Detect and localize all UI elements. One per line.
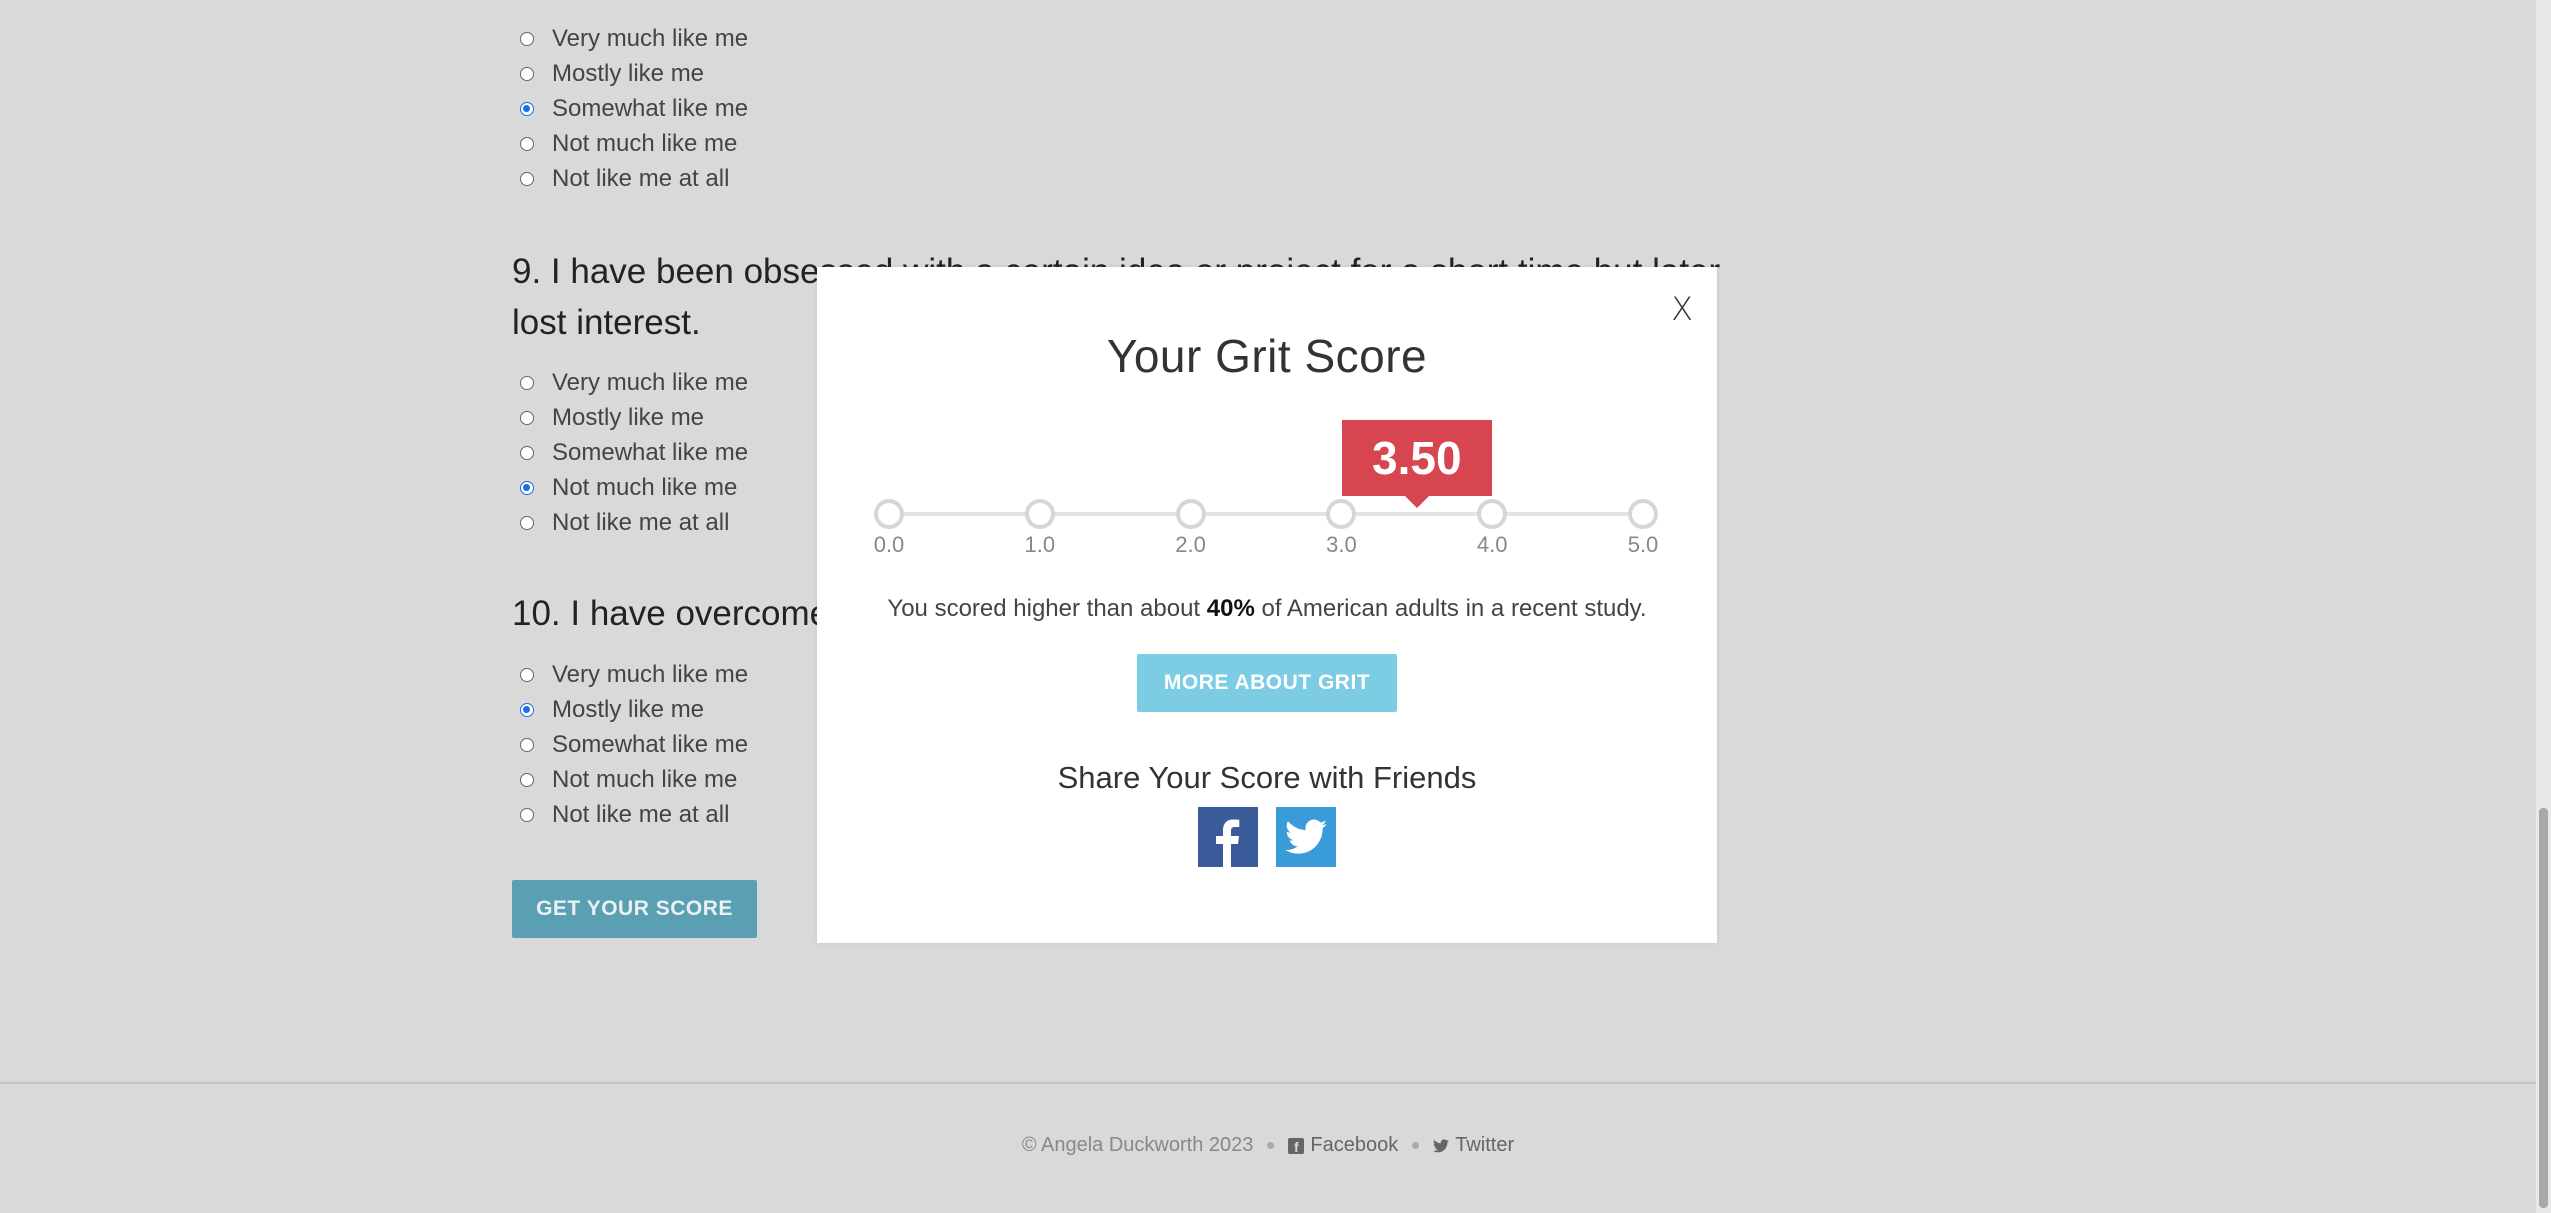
footer-divider [0,1082,2536,1084]
scrollbar-thumb[interactable] [2539,808,2548,1208]
option-label: Very much like me [552,24,749,52]
separator-dot [1412,1142,1420,1149]
result-percent: 40% [1206,595,1255,622]
scale-tick-label: 4.0 [1476,532,1508,557]
footer-facebook-label: Facebook [1310,1134,1399,1156]
twitter-icon [1285,819,1327,854]
facebook-icon: f [1288,1137,1305,1154]
radio-button-checked[interactable] [520,101,534,116]
radio-button[interactable] [520,772,534,787]
option-label: Very much like me [552,660,749,688]
option-label: Not much like me [552,765,738,793]
option-label: Not much like me [552,129,738,157]
radio-button[interactable] [520,737,534,752]
option-label: Somewhat like me [552,438,749,466]
more-about-grit-button[interactable]: MORE ABOUT GRIT [1137,654,1397,712]
footer-twitter-link[interactable]: Twitter [1433,1134,1514,1157]
separator-dot [1267,1142,1275,1149]
radio-button[interactable] [520,515,534,530]
radio-button-checked[interactable] [520,702,534,717]
footer: © Angela Duckworth 2023 f Facebook Twitt… [0,1134,2536,1157]
option-label: Somewhat like me [552,94,749,122]
page-scrollbar[interactable] [2536,0,2551,1213]
q10-option-not-much[interactable]: Not much like me [512,762,748,797]
get-score-button[interactable]: GET YOUR SCORE [512,880,757,938]
copyright: © Angela Duckworth 2023 [1021,1134,1254,1156]
radio-button[interactable] [520,171,534,186]
option-label: Somewhat like me [552,730,749,758]
question-10-answers: Very much like me Mostly like me Somewha… [512,657,748,832]
scale-node [1024,499,1055,529]
question-9-answers: Very much like me Mostly like me Somewha… [512,365,748,540]
q10-option-mostly[interactable]: Mostly like me [512,692,748,727]
scale-tick-label: 1.0 [1024,532,1056,557]
scale-node [1477,499,1508,529]
radio-button[interactable] [520,410,534,425]
scale-tick-label: 0.0 [873,532,905,557]
option-label: Mostly like me [552,59,705,87]
grit-score-modal: X Your Grit Score 3.50 0.0 1.0 2.0 3.0 4.0 5.… [817,267,1717,943]
scale-tick-label: 5.0 [1627,532,1659,557]
share-title: Share Your Score with Friends [1057,760,1477,795]
share-facebook-button[interactable] [1198,807,1258,867]
question-8-options: Very much like me Mostly like me Somewha… [512,21,748,196]
radio-button[interactable] [520,136,534,151]
q9-option-not-at-all[interactable]: Not like me at all [512,505,748,540]
q8-option-not-much[interactable]: Not much like me [512,126,748,161]
scale-node [874,499,904,529]
radio-button[interactable] [520,807,534,822]
question-9-options: Very much like me Mostly like me Somewha… [512,365,748,540]
scale-node [1628,499,1658,529]
q8-option-mostly[interactable]: Mostly like me [512,56,748,91]
scale-track [888,512,1643,516]
option-label: Not like me at all [552,164,730,192]
facebook-icon [1216,819,1240,867]
option-label: Not like me at all [552,800,730,828]
question-10-options: Very much like me Mostly like me Somewha… [512,657,748,832]
radio-button[interactable] [520,375,534,390]
q9-option-very-much[interactable]: Very much like me [512,365,748,400]
option-label: Very much like me [552,368,749,396]
share-twitter-button[interactable] [1276,807,1336,867]
q9-option-somewhat[interactable]: Somewhat like me [512,435,748,470]
q8-option-somewhat[interactable]: Somewhat like me [512,91,748,126]
option-label: Mostly like me [552,403,705,431]
scale-tick-label: 2.0 [1175,532,1206,557]
footer-twitter-label: Twitter [1455,1134,1515,1156]
radio-button[interactable] [520,31,534,46]
result-prefix: You scored higher than about [887,595,1207,622]
result-suffix: of American adults in a recent study. [1254,595,1647,622]
option-label: Not like me at all [552,508,730,536]
q9-option-not-much[interactable]: Not much like me [512,470,748,505]
option-label: Not much like me [552,473,738,501]
q10-option-somewhat[interactable]: Somewhat like me [512,727,748,762]
result-text: You scored higher than about 40% of Amer… [817,595,1717,623]
q10-option-not-at-all[interactable]: Not like me at all [512,797,748,832]
q8-option-not-at-all[interactable]: Not like me at all [512,161,748,196]
radio-button-checked[interactable] [520,480,534,495]
option-label: Mostly like me [552,695,705,723]
twitter-icon [1433,1138,1450,1153]
radio-button[interactable] [520,667,534,682]
question-8: Very much like me Mostly like me Somewha… [512,21,748,196]
scale-tick-label: 3.0 [1326,532,1357,557]
scale-node [1175,499,1206,529]
scale-node [1326,499,1357,529]
q10-option-very-much[interactable]: Very much like me [512,657,748,692]
footer-facebook-link[interactable]: f Facebook [1288,1134,1398,1157]
share-buttons [1198,807,1336,867]
score-scale: 3.50 0.0 1.0 2.0 3.0 4.0 5.0 [817,267,1717,587]
radio-button[interactable] [520,66,534,81]
radio-button[interactable] [520,445,534,460]
q9-option-mostly[interactable]: Mostly like me [512,400,748,435]
score-badge: 3.50 [1341,420,1492,508]
q8-option-very-much[interactable]: Very much like me [512,21,748,56]
